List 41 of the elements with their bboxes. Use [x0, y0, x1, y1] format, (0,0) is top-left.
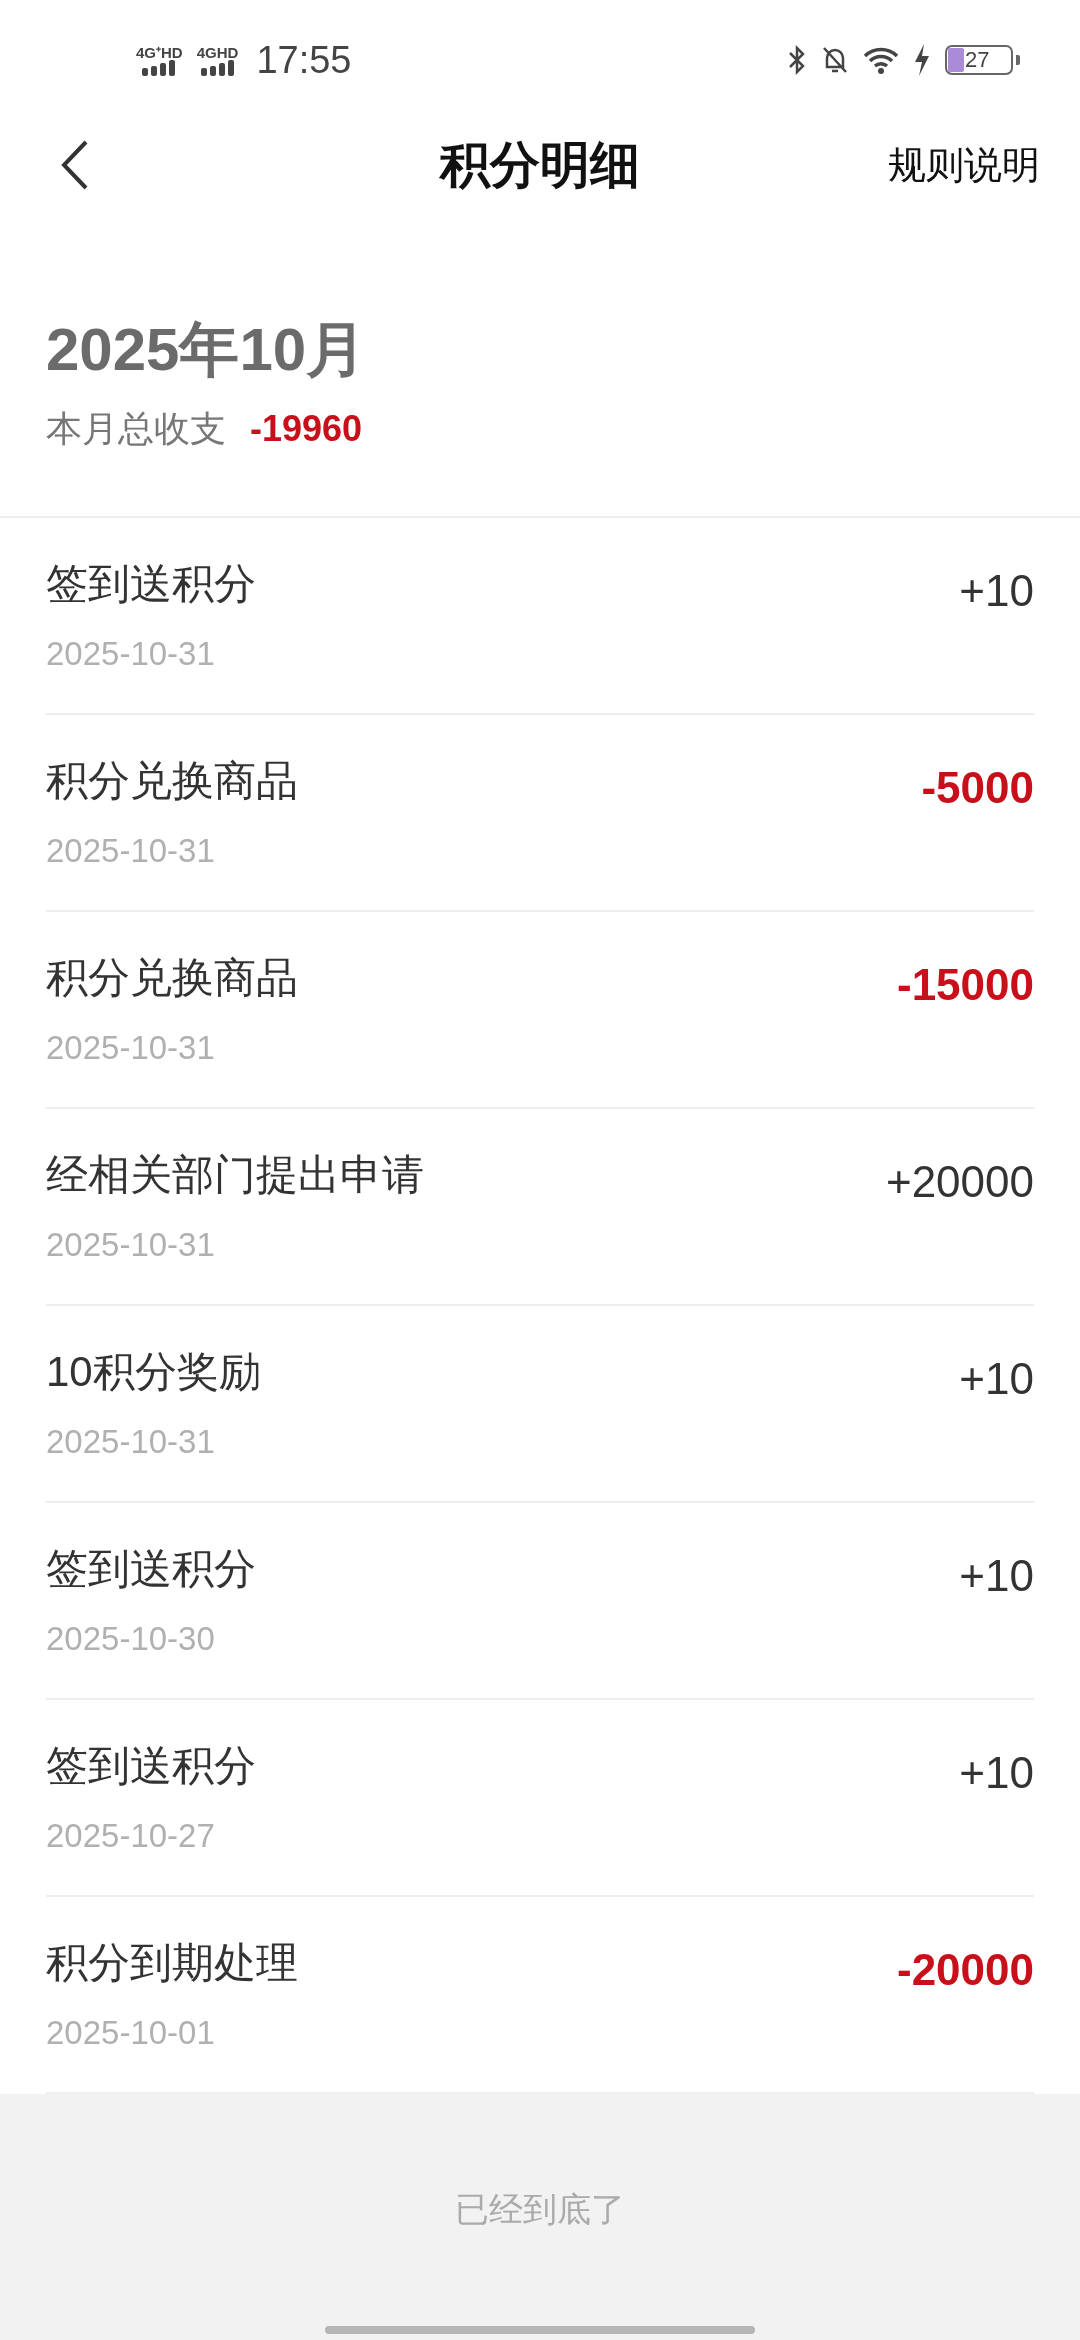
charging-icon: [913, 44, 931, 76]
record-amount: +10: [959, 1747, 1034, 1799]
record-date: 2025-10-30: [46, 1619, 216, 1660]
record-title: 签到送积分: [46, 1741, 256, 1792]
record-title: 签到送积分: [46, 559, 256, 610]
wifi-icon: [863, 46, 899, 74]
record-title: 10积分奖励: [46, 1347, 261, 1398]
bluetooth-icon: [787, 45, 807, 75]
signal-icon: [142, 59, 177, 76]
network-label: 4G⁺HD: [136, 44, 183, 60]
record-amount: -20000: [897, 1944, 1034, 1996]
record-date: 2025-10-01: [46, 2013, 216, 2054]
record-date: 2025-10-27: [46, 1816, 216, 1857]
summary-label: 本月总收支: [46, 407, 226, 451]
record-title: 经相关部门提出申请: [46, 1150, 424, 1201]
page-title: 积分明细: [440, 135, 640, 195]
record-date: 2025-10-31: [46, 1422, 216, 1463]
summary-value: -19960: [250, 407, 363, 451]
record-date: 2025-10-31: [46, 634, 216, 675]
record-amount: +10: [959, 565, 1034, 617]
record-title: 积分兑换商品: [46, 953, 298, 1004]
record-amount: +10: [959, 1353, 1034, 1405]
rules-link[interactable]: 规则说明: [888, 136, 1040, 194]
record-amount: -15000: [897, 959, 1034, 1011]
battery-percent: 27: [965, 49, 990, 71]
record-amount: -5000: [921, 762, 1034, 814]
record-title: 积分到期处理: [46, 1938, 298, 1989]
clock: 17:55: [256, 37, 352, 83]
record-date: 2025-10-31: [46, 831, 216, 872]
bell-off-icon: [821, 45, 849, 75]
back-icon[interactable]: [60, 139, 90, 191]
record-date: 2025-10-31: [46, 1028, 216, 1069]
record-title: 签到送积分: [46, 1544, 256, 1595]
record-date: 2025-10-31: [46, 1225, 216, 1266]
signal-icon: [200, 59, 235, 76]
end-of-list-text: 已经到底了: [455, 2189, 625, 2230]
record-title: 积分兑换商品: [46, 756, 298, 807]
network-label: 4GHD: [196, 44, 239, 60]
record-amount: +10: [959, 1550, 1034, 1602]
month-title: 2025年10月: [46, 315, 368, 385]
record-amount: +20000: [885, 1156, 1034, 1208]
